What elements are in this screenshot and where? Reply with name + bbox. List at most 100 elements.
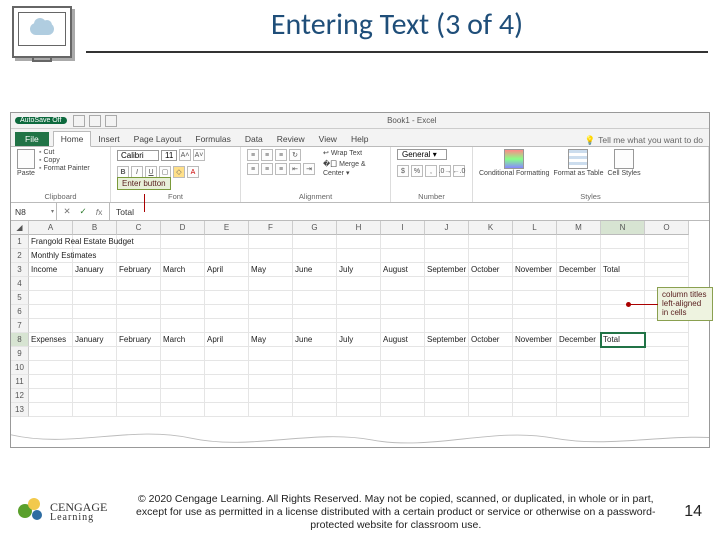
autosave-toggle[interactable]: AutoSave Off: [15, 117, 67, 124]
col-M[interactable]: M: [557, 221, 601, 235]
tab-data[interactable]: Data: [238, 132, 270, 146]
row-5[interactable]: 5: [11, 291, 29, 305]
excel-title-bar: AutoSave Off Book1 - Excel: [11, 113, 709, 129]
row-6[interactable]: 6: [11, 305, 29, 319]
row-3[interactable]: 3: [11, 263, 29, 277]
cell-N8-active[interactable]: Total: [601, 333, 645, 347]
row-7[interactable]: 7: [11, 319, 29, 333]
row-12[interactable]: 12: [11, 389, 29, 403]
col-E[interactable]: E: [205, 221, 249, 235]
tab-view[interactable]: View: [312, 132, 344, 146]
copyright-text: © 2020 Cengage Learning. All Rights Rese…: [117, 493, 674, 532]
cengage-logo: CENGAGELearning: [18, 498, 107, 526]
row-2[interactable]: 2: [11, 249, 29, 263]
copy-button[interactable]: Copy: [39, 157, 90, 164]
ribbon-tabs: File Home Insert Page Layout Formulas Da…: [11, 129, 709, 147]
col-O[interactable]: O: [645, 221, 689, 235]
col-N[interactable]: N: [601, 221, 645, 235]
col-F[interactable]: F: [249, 221, 293, 235]
align-right-icon[interactable]: ≡: [275, 163, 287, 175]
align-left-icon[interactable]: ≡: [247, 163, 259, 175]
monitor-cloud-icon: [12, 6, 72, 58]
redo-icon[interactable]: [105, 115, 117, 127]
cancel-entry-icon[interactable]: ✕: [61, 206, 73, 217]
decrease-font-icon[interactable]: A˅: [193, 149, 205, 161]
tab-formulas[interactable]: Formulas: [188, 132, 237, 146]
format-as-table-button[interactable]: Format as Table: [553, 149, 603, 177]
col-C[interactable]: C: [117, 221, 161, 235]
merge-center-button[interactable]: �囗 Merge & Center ▾: [323, 159, 384, 177]
slide-title: Entering Text (3 of 4): [86, 6, 708, 53]
align-middle-icon[interactable]: ≡: [261, 149, 273, 161]
name-box[interactable]: N8: [11, 203, 57, 220]
save-icon[interactable]: [73, 115, 85, 127]
wrap-text-button[interactable]: ↩ Wrap Text: [323, 149, 384, 157]
row-9[interactable]: 9: [11, 347, 29, 361]
font-color-button[interactable]: A: [187, 166, 199, 178]
tab-home[interactable]: Home: [53, 131, 92, 147]
indent-inc-icon[interactable]: ⇥: [303, 163, 315, 175]
percent-icon[interactable]: %: [411, 165, 423, 177]
align-center-icon[interactable]: ≡: [261, 163, 273, 175]
group-clipboard: Paste Cut Copy Format Painter Clipboard: [11, 147, 111, 202]
col-B[interactable]: B: [73, 221, 117, 235]
tab-insert[interactable]: Insert: [91, 132, 126, 146]
col-G[interactable]: G: [293, 221, 337, 235]
inc-decimal-icon[interactable]: .0→: [439, 165, 451, 177]
currency-icon[interactable]: $: [397, 165, 409, 177]
group-styles: Conditional Formatting Format as Table C…: [473, 147, 709, 202]
col-A[interactable]: A: [29, 221, 73, 235]
tab-help[interactable]: Help: [344, 132, 375, 146]
orientation-icon[interactable]: ↻: [289, 149, 301, 161]
comma-icon[interactable]: ,: [425, 165, 437, 177]
ribbon-body: Paste Cut Copy Format Painter Clipboard …: [11, 147, 709, 203]
number-format-select[interactable]: General ▾: [397, 149, 447, 160]
cell-A3[interactable]: Income: [29, 263, 73, 277]
increase-font-icon[interactable]: A˄: [179, 149, 191, 161]
col-J[interactable]: J: [425, 221, 469, 235]
group-font: Calibri 11 A˄ A˅ B I U ▢ ◇ A Font Enter …: [111, 147, 241, 202]
torn-edge: [11, 417, 709, 447]
cell-styles-button[interactable]: Cell Styles: [608, 149, 641, 177]
tab-file[interactable]: File: [15, 132, 49, 146]
dec-decimal-icon[interactable]: ←.0: [453, 165, 465, 177]
cell-A1[interactable]: Frangold Real Estate Budget: [29, 235, 73, 249]
indent-dec-icon[interactable]: ⇤: [289, 163, 301, 175]
row-11[interactable]: 11: [11, 375, 29, 389]
col-H[interactable]: H: [337, 221, 381, 235]
cell-A2[interactable]: Monthly Estimates: [29, 249, 73, 263]
group-alignment: ≡ ≡ ≡ ↻ ≡ ≡ ≡ ⇤ ⇥ ↩ Wrap Text �囗: [241, 147, 391, 202]
formula-content[interactable]: Total: [110, 207, 140, 217]
group-number: General ▾ $ % , .0→ ←.0 Number: [391, 147, 473, 202]
align-bottom-icon[interactable]: ≡: [275, 149, 287, 161]
enter-button-icon[interactable]: ✓: [77, 206, 89, 217]
conditional-formatting-button[interactable]: Conditional Formatting: [479, 149, 549, 177]
col-K[interactable]: K: [469, 221, 513, 235]
worksheet-grid[interactable]: ◢ A B C D E F G H I J K L M N O 1 Frango…: [11, 221, 709, 417]
col-L[interactable]: L: [513, 221, 557, 235]
callout-enter-button: Enter button: [117, 177, 171, 190]
paste-button[interactable]: Paste: [17, 149, 35, 177]
fx-icon[interactable]: fx: [93, 207, 105, 217]
fill-color-button[interactable]: ◇: [173, 166, 185, 178]
tab-page-layout[interactable]: Page Layout: [127, 132, 189, 146]
tab-review[interactable]: Review: [270, 132, 312, 146]
col-D[interactable]: D: [161, 221, 205, 235]
callout-column-titles: column titles left-aligned in cells: [657, 287, 713, 321]
row-1[interactable]: 1: [11, 235, 29, 249]
row-4[interactable]: 4: [11, 277, 29, 291]
cell-A8[interactable]: Expenses: [29, 333, 73, 347]
undo-icon[interactable]: [89, 115, 101, 127]
row-8[interactable]: 8: [11, 333, 29, 347]
select-all-corner[interactable]: ◢: [11, 221, 29, 235]
format-painter-button[interactable]: Format Painter: [39, 165, 90, 172]
row-10[interactable]: 10: [11, 361, 29, 375]
font-size-select[interactable]: 11: [161, 150, 177, 161]
col-I[interactable]: I: [381, 221, 425, 235]
tell-me-search[interactable]: 💡Tell me what you want to do: [585, 135, 703, 146]
font-name-select[interactable]: Calibri: [117, 150, 159, 161]
page-number: 14: [684, 503, 702, 521]
align-top-icon[interactable]: ≡: [247, 149, 259, 161]
row-13[interactable]: 13: [11, 403, 29, 417]
cut-button[interactable]: Cut: [39, 149, 90, 156]
